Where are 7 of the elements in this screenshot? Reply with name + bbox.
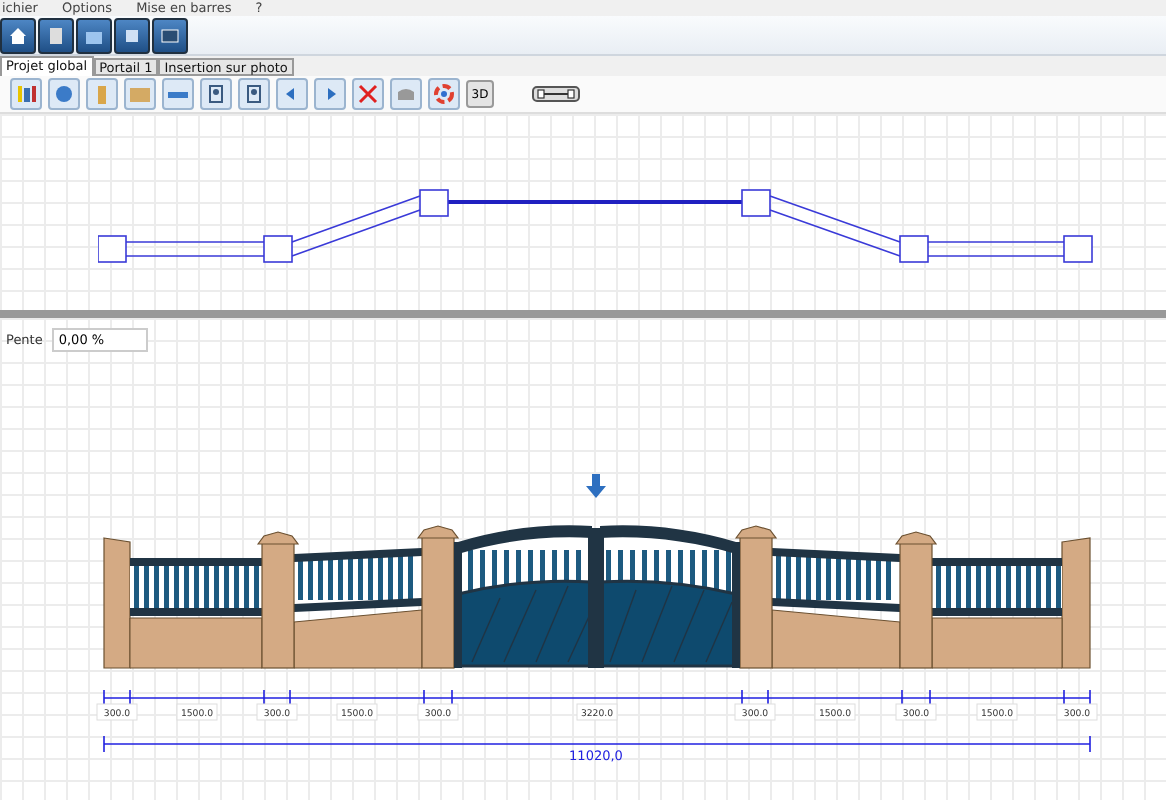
down-arrow-icon bbox=[586, 474, 606, 498]
color-wheel-icon[interactable] bbox=[428, 78, 460, 110]
home-icon[interactable] bbox=[0, 17, 36, 53]
window-icon[interactable] bbox=[152, 17, 188, 53]
panel-icon[interactable] bbox=[162, 78, 194, 110]
delete-icon[interactable] bbox=[352, 78, 384, 110]
slider-icon[interactable] bbox=[532, 86, 580, 102]
